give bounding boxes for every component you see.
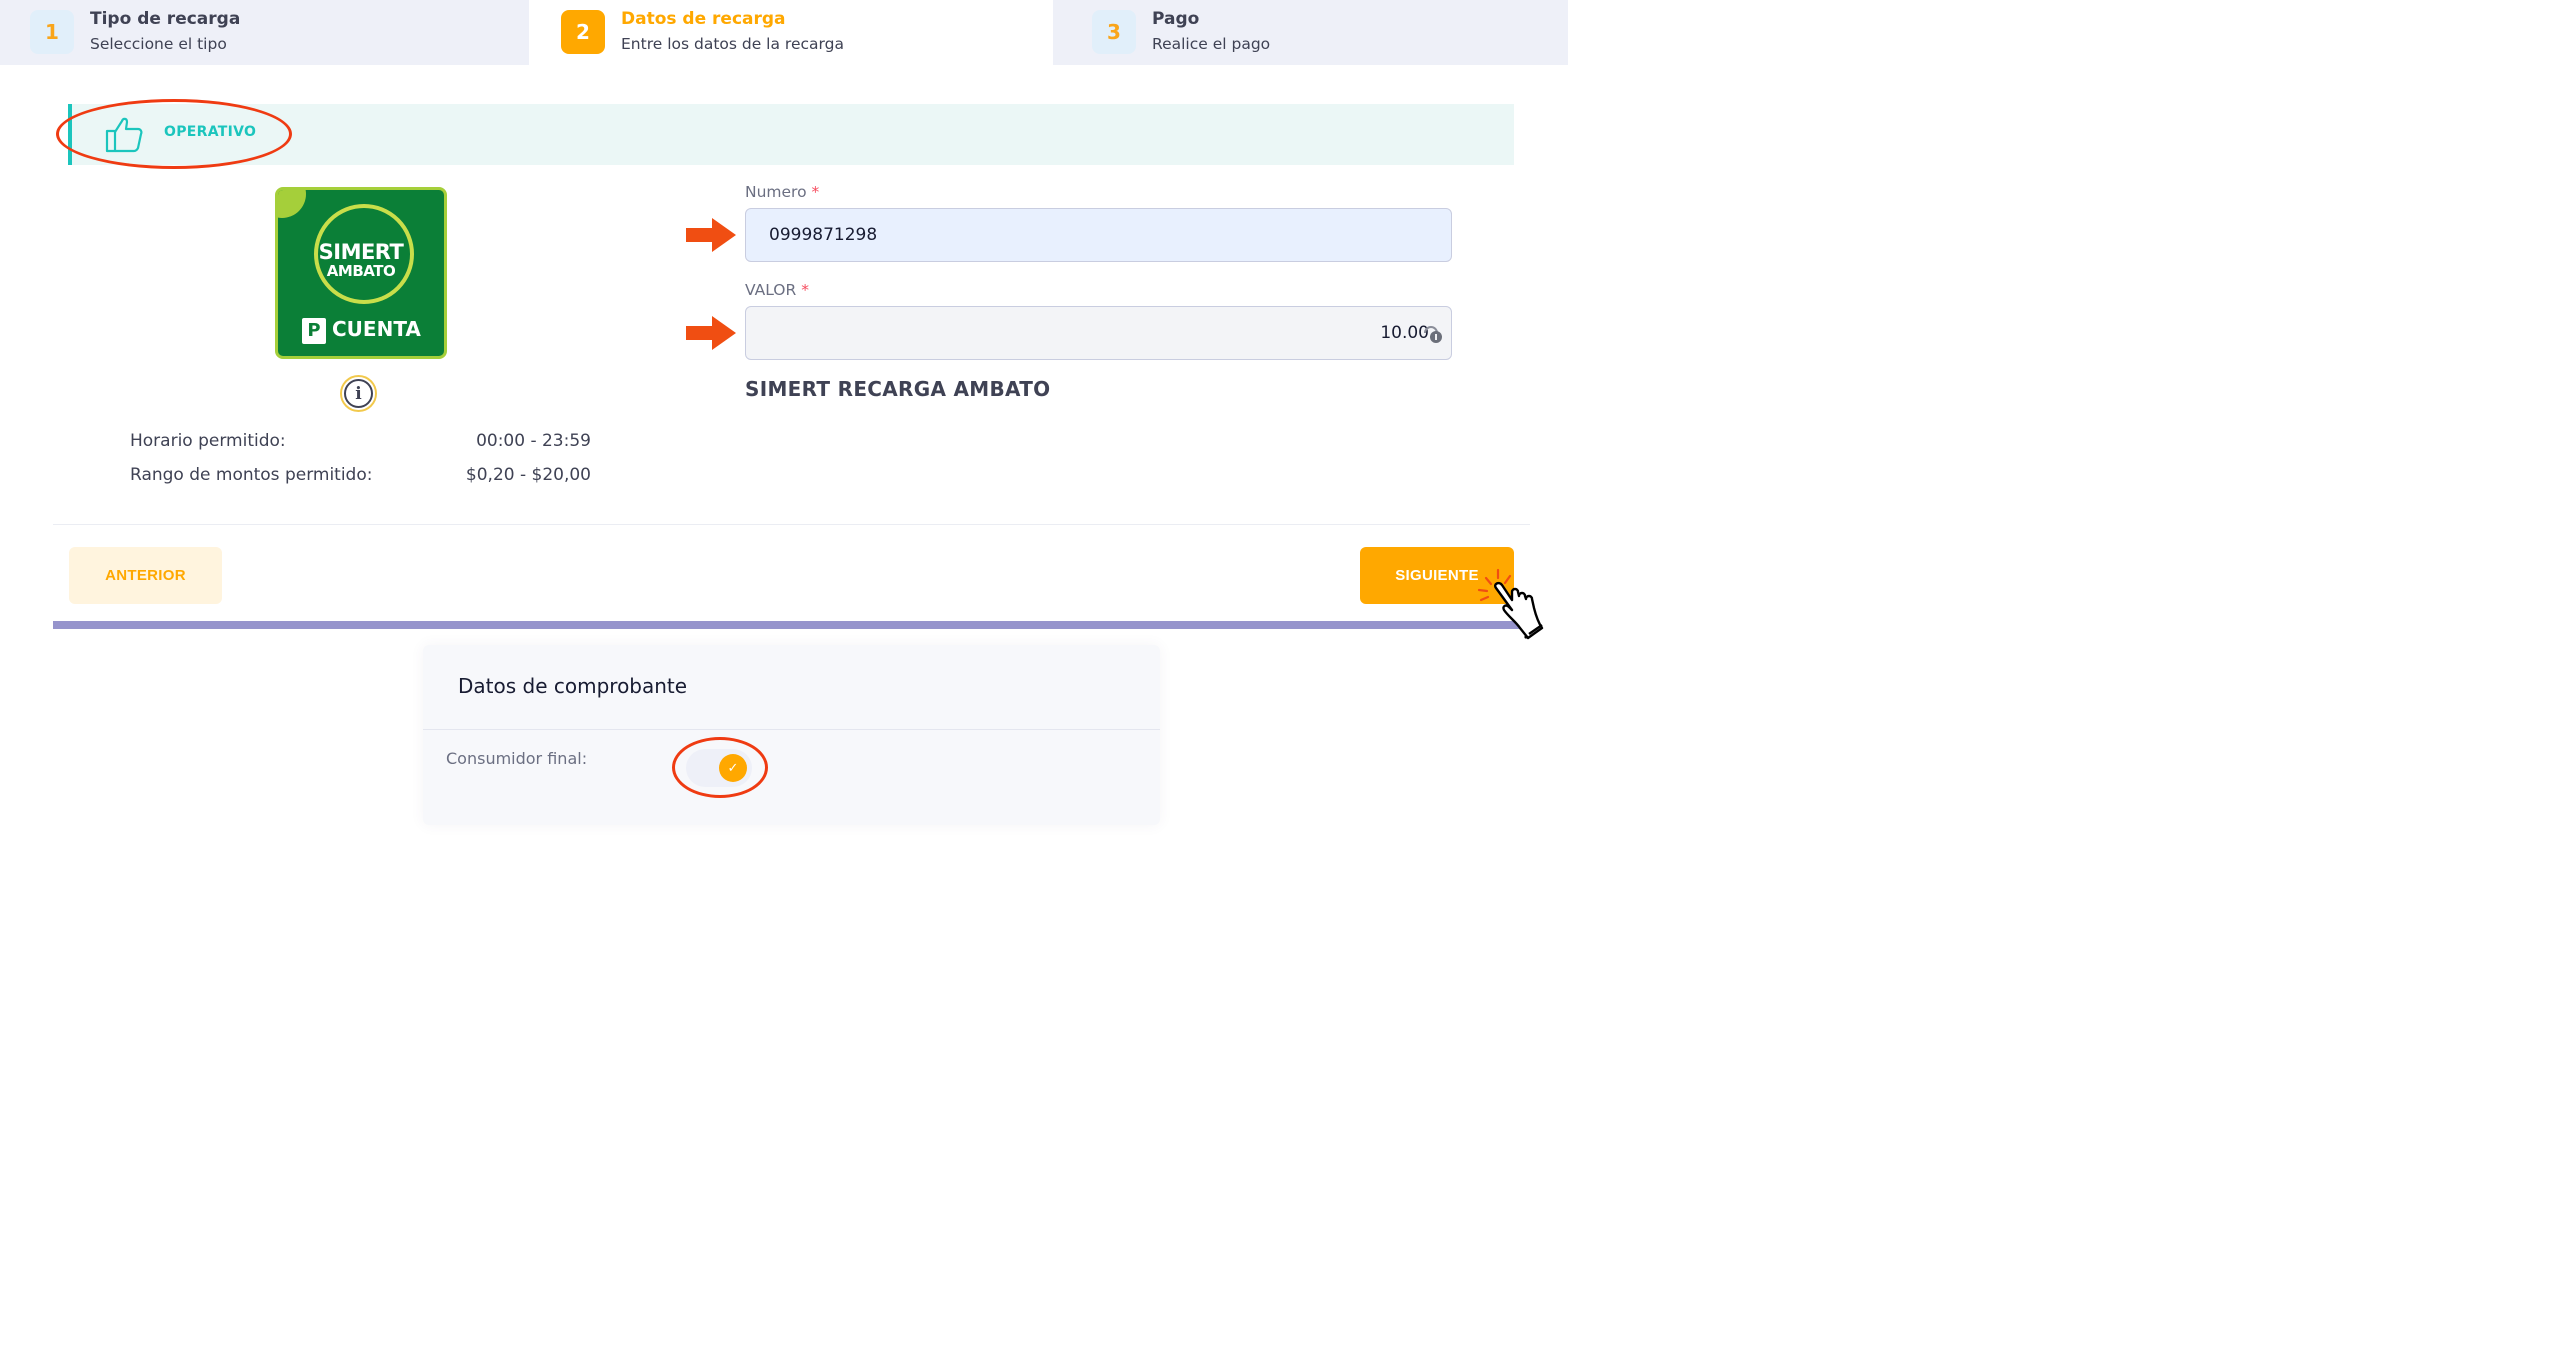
annotation-arrow-valor <box>686 316 736 350</box>
numero-input[interactable]: 0999871298 <box>745 208 1452 262</box>
hand-cursor-icon <box>1477 568 1544 640</box>
step-1[interactable]: 1 Tipo de recarga Seleccione el tipo <box>0 0 529 65</box>
rango-label: Rango de montos permitido: <box>130 465 373 485</box>
receipt-separator <box>423 729 1160 730</box>
product-logo: SIMERT AMBATO P CUENTA <box>275 187 447 359</box>
logo-text-cuenta: CUENTA <box>332 317 421 341</box>
numero-input-value: 0999871298 <box>769 225 878 245</box>
annotation-arrow-numero <box>686 218 736 252</box>
numero-label: Numero * <box>745 183 819 201</box>
required-mark: * <box>801 281 809 299</box>
step-2[interactable]: 2 Datos de recarga Entre los datos de la… <box>529 0 1053 65</box>
consumidor-final-label: Consumidor final: <box>446 749 588 768</box>
valor-label-text: VALOR <box>745 281 797 299</box>
step-1-title: Tipo de recarga <box>90 9 241 29</box>
step-1-subtitle: Seleccione el tipo <box>90 35 227 53</box>
progress-bar <box>53 621 1530 629</box>
product-name: SIMERT RECARGA AMBATO <box>745 377 1051 401</box>
horario-label: Horario permitido: <box>130 431 286 451</box>
annotation-ellipse-toggle <box>672 737 768 798</box>
section-divider <box>53 524 1530 525</box>
logo-text-ambato: AMBATO <box>326 262 396 280</box>
password-manager-icon[interactable] <box>1421 321 1445 345</box>
step-2-subtitle: Entre los datos de la recarga <box>621 35 844 53</box>
step-2-number: 2 <box>561 10 605 54</box>
parking-icon: P <box>302 318 326 344</box>
step-3-subtitle: Realice el pago <box>1152 35 1271 53</box>
receipt-title: Datos de comprobante <box>458 674 688 698</box>
previous-button[interactable]: ANTERIOR <box>69 547 222 604</box>
step-3-number: 3 <box>1092 10 1136 54</box>
valor-label: VALOR * <box>745 281 809 299</box>
numero-label-text: Numero <box>745 183 807 201</box>
logo-corner <box>278 190 306 218</box>
horario-value: 00:00 - 23:59 <box>476 431 591 451</box>
rango-value: $0,20 - $20,00 <box>465 465 591 485</box>
info-icon[interactable]: i <box>340 375 377 412</box>
step-2-title: Datos de recarga <box>621 9 786 29</box>
step-3-title: Pago <box>1152 9 1200 29</box>
step-1-number: 1 <box>30 10 74 54</box>
required-mark: * <box>811 183 820 201</box>
annotation-ellipse-status <box>56 99 292 169</box>
stepper: 1 Tipo de recarga Seleccione el tipo 2 D… <box>0 0 1568 65</box>
receipt-card <box>423 645 1160 825</box>
step-3[interactable]: 3 Pago Realice el pago <box>1053 0 1568 65</box>
logo-text-simert: SIMERT <box>318 240 404 264</box>
info-icon-glyph: i <box>344 379 373 408</box>
valor-input[interactable]: 10.00 <box>745 306 1452 360</box>
